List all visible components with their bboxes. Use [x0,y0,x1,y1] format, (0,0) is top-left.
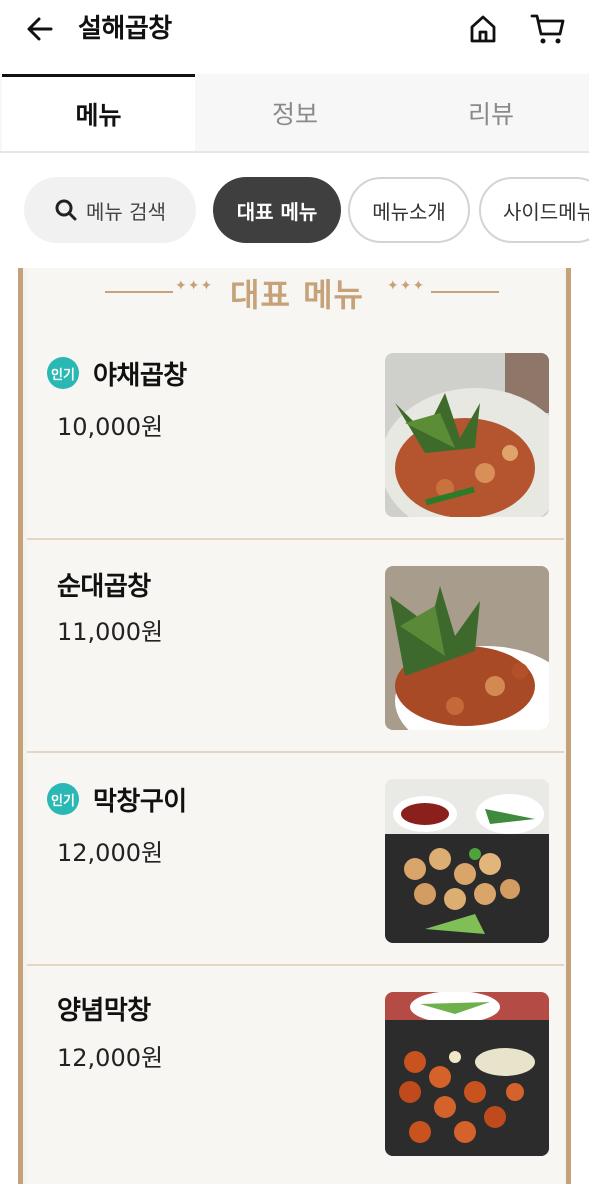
back-button[interactable] [22,11,58,47]
popular-badge: 인기 [47,783,79,815]
menu-item[interactable]: 양념막창 12,000원 [27,966,564,1184]
chip-side-menu[interactable]: 사이드메뉴 [479,177,589,243]
menu-item-photo [385,779,549,943]
ornament-line-left [105,291,173,293]
menu-item[interactable]: 인기 야채곱창 10,000원 [27,327,564,540]
ornament-line-right [431,291,499,293]
page-title: 설해곱창 [78,14,172,44]
ornament-dots-right: ✦✦✦ [387,278,426,294]
category-chips: 메뉴 검색 대표 메뉴 메뉴소개 사이드메뉴 [0,153,589,268]
menu-item-name: 순대곱창 [57,572,151,602]
menu-search-label: 메뉴 검색 [86,199,166,224]
section-header: ✦✦✦ 대표 메뉴 ✦✦✦ [27,268,564,314]
menu-item-photo [385,566,549,730]
home-icon [470,15,496,43]
menu-board: ✦✦✦ 대표 메뉴 ✦✦✦ 인기 야채곱창 10,000원 순대곱창 11,00… [18,268,571,1184]
menu-item-name: 막창구이 [93,787,187,817]
app-header: 설해곱창 [0,0,589,74]
menu-item-price: 11,000원 [57,618,164,646]
tab-menu[interactable]: 메뉴 [2,74,195,151]
menu-item[interactable]: 순대곱창 11,000원 [27,540,564,753]
menu-search-button[interactable]: 메뉴 검색 [24,177,196,243]
search-icon [54,198,78,222]
menu-board-inner: ✦✦✦ 대표 메뉴 ✦✦✦ 인기 야채곱창 10,000원 순대곱창 11,00… [27,268,564,1184]
tab-bar: 메뉴 정보 리뷰 [0,74,589,153]
menu-item-photo [385,992,549,1156]
menu-item-price: 12,000원 [57,839,164,867]
home-button[interactable] [464,10,502,48]
cart-button[interactable] [528,10,568,48]
arrow-left-icon [27,17,53,41]
menu-item-price: 10,000원 [57,413,164,441]
section-title: 대표 메뉴 [230,276,364,314]
menu-item-photo [385,353,549,517]
tab-info[interactable]: 정보 [197,74,393,151]
menu-item-name: 양념막창 [57,996,151,1026]
ornament-dots-left: ✦✦✦ [175,278,214,294]
chip-menu-intro[interactable]: 메뉴소개 [348,177,470,243]
menu-item-name: 야채곱창 [93,361,187,391]
cart-icon [530,14,565,44]
menu-item-price: 12,000원 [57,1044,164,1072]
popular-badge: 인기 [47,357,79,389]
chip-representative-menu[interactable]: 대표 메뉴 [213,177,341,243]
menu-item[interactable]: 인기 막창구이 12,000원 [27,753,564,966]
tab-review[interactable]: 리뷰 [393,74,589,151]
